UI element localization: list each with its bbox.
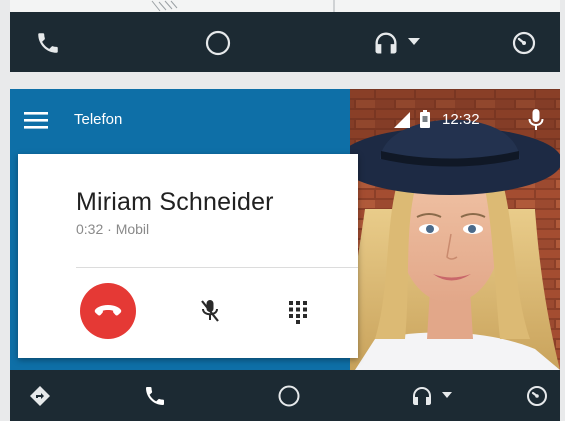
phone-app-screen: Telefon 12:32 Miriam Schneider 0:32 · Mo…: [10, 89, 560, 370]
headphones-icon: [413, 387, 431, 405]
top-strip-fragment: [151, 0, 178, 12]
contact-photo: [335, 89, 560, 370]
home-circle-icon: [205, 30, 231, 56]
phone-icon: [146, 387, 164, 405]
nav-overview-button[interactable]: [510, 29, 538, 57]
nav-audio-button[interactable]: [372, 29, 424, 57]
mic-off-icon: [201, 300, 219, 322]
nav-overview-button-bottom[interactable]: [525, 384, 549, 408]
headphones-icon: [375, 32, 397, 54]
hamburger-menu-icon: [24, 112, 48, 129]
frame-gap: [0, 72, 565, 89]
contact-photo-image: [335, 89, 560, 370]
frame-left-edge: [0, 89, 10, 421]
home-circle-icon: [278, 385, 300, 407]
dialpad-button[interactable]: [288, 300, 308, 324]
mute-button[interactable]: [200, 299, 220, 323]
call-duration-and-type: 0:32 · Mobil: [76, 221, 150, 237]
nav-audio-button-bottom[interactable]: [410, 384, 456, 408]
navigation-icon: [30, 386, 50, 406]
nav-phone-button-bottom[interactable]: [143, 384, 167, 408]
nav-home-button[interactable]: [204, 29, 232, 57]
app-title: Telefon: [74, 111, 123, 128]
call-end-icon: [94, 305, 122, 316]
nav-phone-button[interactable]: [35, 30, 61, 56]
top-strip-background: [10, 0, 560, 12]
nav-navigation-button[interactable]: [29, 385, 51, 407]
top-strip-divider: [333, 0, 335, 12]
overview-icon: [527, 386, 547, 406]
menu-button[interactable]: [24, 110, 48, 130]
card-divider: [76, 267, 358, 268]
dialpad-icon: [289, 301, 307, 324]
top-navigation-bar: [10, 12, 560, 72]
phone-icon: [38, 33, 58, 53]
nav-home-button-bottom[interactable]: [277, 384, 301, 408]
caller-name: Miriam Schneider: [76, 188, 274, 216]
voice-input-button[interactable]: [528, 109, 544, 131]
signal-icon: [394, 112, 410, 128]
overview-icon: [512, 31, 536, 55]
microphone-icon: [528, 109, 544, 130]
battery-icon: [420, 110, 430, 128]
bottom-navigation-bar: [10, 370, 560, 421]
caret-down-icon: [408, 38, 420, 45]
end-call-button[interactable]: [80, 283, 136, 339]
active-call-card: Miriam Schneider 0:32 · Mobil: [18, 154, 358, 358]
caret-down-icon: [442, 392, 452, 398]
status-time: 12:32: [442, 111, 480, 128]
